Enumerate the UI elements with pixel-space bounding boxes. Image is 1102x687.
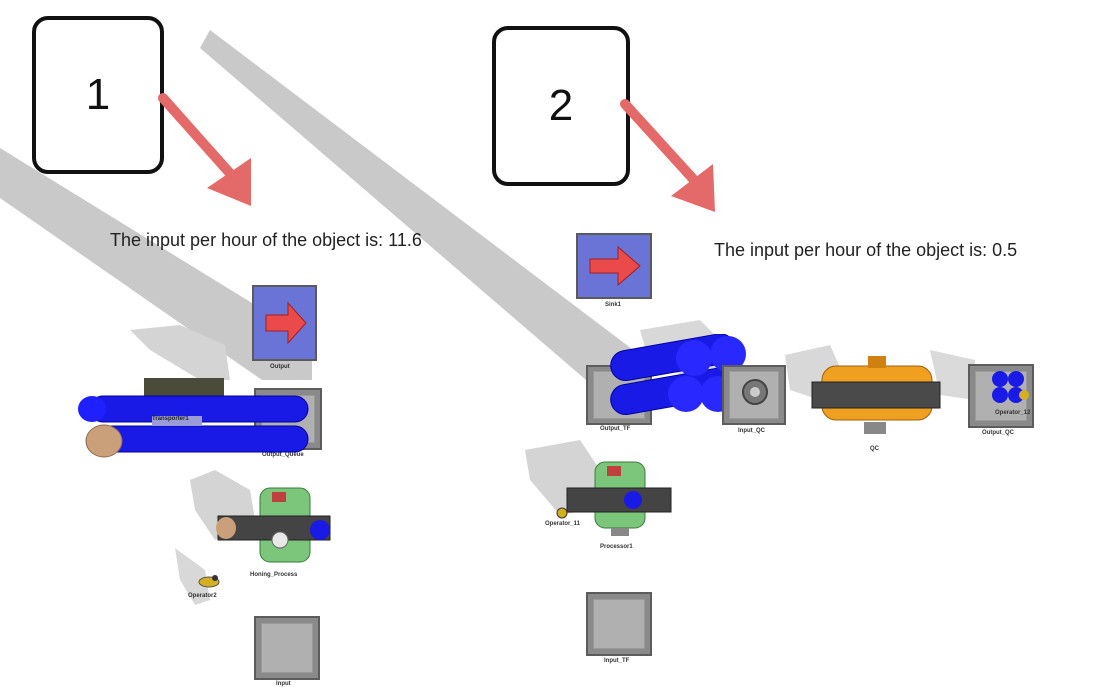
object-label: Transporter1 xyxy=(152,416,189,422)
callout-1: 1 xyxy=(32,16,164,174)
object-label: Operator_12 xyxy=(995,410,1031,416)
arrow-icon xyxy=(158,93,251,206)
input-per-hour-readout: The input per hour of the object is: 0.5 xyxy=(714,240,1018,260)
simulation-canvas: 1 The input per hour of the object is: 1… xyxy=(0,0,1102,687)
object-label: Input xyxy=(276,681,291,687)
red-arrow-icon xyxy=(265,301,307,345)
object-label: Processor1 xyxy=(600,544,633,550)
output-sink[interactable] xyxy=(252,285,317,361)
callout-2: 2 xyxy=(492,26,630,186)
cylinder-stack xyxy=(992,371,1029,403)
honing-process-machine[interactable] xyxy=(210,482,340,572)
input-box[interactable] xyxy=(254,616,320,680)
input-per-hour-readout: The input per hour of the object is: 11.… xyxy=(110,230,422,250)
object-label: Honing_Process xyxy=(250,572,298,578)
operator-icon[interactable] xyxy=(555,506,569,520)
sink1[interactable] xyxy=(576,233,652,299)
processor-machine[interactable] xyxy=(565,458,677,540)
arrow-icon xyxy=(620,99,715,212)
object-label: Output xyxy=(270,364,290,370)
object-label: QC xyxy=(870,446,879,452)
object-label: Operator_11 xyxy=(545,521,581,527)
object-label: Input_TF xyxy=(604,658,630,664)
input-tf-box[interactable] xyxy=(586,592,652,656)
object-label: Input_QC xyxy=(738,428,765,434)
object-label: Output_QC xyxy=(982,430,1014,436)
qc-machine[interactable] xyxy=(808,352,943,440)
object-label: Sink1 xyxy=(605,302,622,308)
callout-number: 1 xyxy=(85,70,111,119)
operator-icon[interactable] xyxy=(195,570,225,590)
object-label: Output_TF xyxy=(600,426,631,432)
red-arrow-icon xyxy=(589,245,641,287)
transporter[interactable] xyxy=(70,372,320,464)
gear-icon xyxy=(742,379,768,405)
callout-number: 2 xyxy=(548,81,574,130)
object-label: Operator2 xyxy=(188,593,217,599)
